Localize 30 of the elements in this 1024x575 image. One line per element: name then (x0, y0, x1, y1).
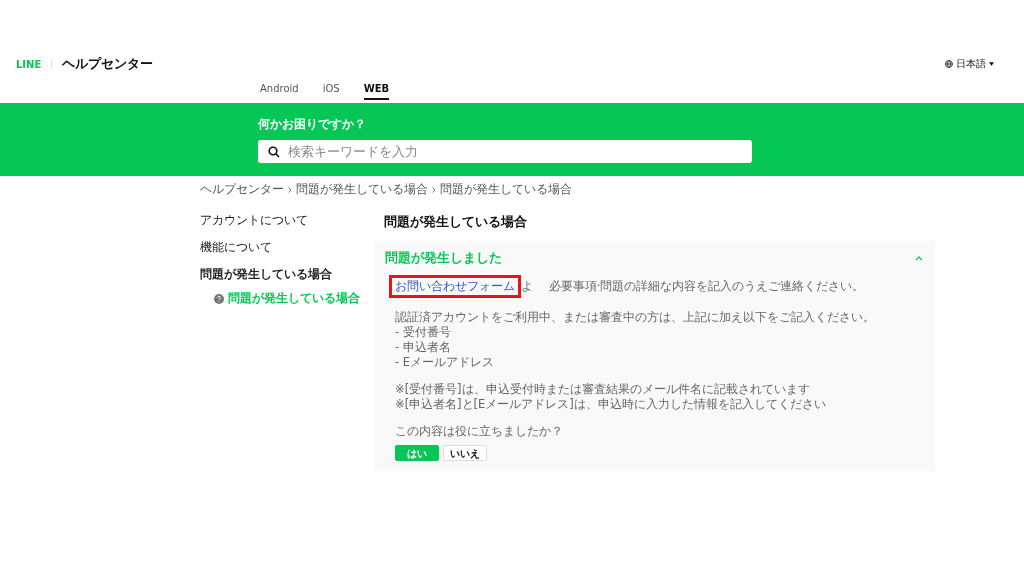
answer-text: - Eメールアドレス (395, 355, 495, 369)
breadcrumb-link[interactable]: ヘルプセンター (200, 182, 284, 197)
search-field[interactable]: 検索キーワードを入力 (258, 140, 752, 163)
answer-text: - 受付番号 (395, 325, 451, 339)
feedback-question: この内容は役に立ちましたか？ (395, 424, 564, 439)
platform-tab[interactable]: iOS (322, 79, 340, 100)
article-title: 問題が発生している場合 (384, 213, 528, 231)
question-icon (214, 293, 224, 304)
platform-tab[interactable]: WEB (363, 79, 390, 100)
answer-text: 認証済アカウントをご利用中、または審査中の方は、上記に加え以下をご記入ください。 (395, 310, 875, 324)
answer-text: ※[受付番号]は、申込受付時または審査結果のメール件名に記載されています (395, 382, 810, 396)
chevron-icon (288, 186, 292, 193)
site-title: ヘルプセンター (62, 55, 154, 73)
breadcrumb-link[interactable]: 問題が発生している場合 (296, 182, 428, 197)
caret-icon (989, 62, 994, 66)
chevron-icon (432, 186, 436, 193)
answer-text: - 申込者名 (395, 340, 451, 354)
language-selector[interactable]: 日本語 (945, 57, 994, 71)
banner-heading: 何かお困りですか？ (258, 116, 367, 133)
feedback-button[interactable]: いいえ (443, 445, 487, 461)
breadcrumb-link[interactable]: 問題が発生している場合 (440, 182, 572, 197)
platform-tab[interactable]: Android (260, 79, 299, 100)
search-icon (268, 146, 280, 158)
chevron-icon (915, 256, 923, 261)
globe-icon (945, 60, 953, 68)
answer-text: ※[申込者名]と[Eメールアドレス]は、申込時に入力した情報を記入してください (395, 397, 826, 411)
contact-form-link[interactable]: お問い合わせフォーム (389, 275, 521, 298)
sidebar-item[interactable]: 機能について (200, 240, 375, 255)
sidebar-item[interactable]: アカウントについて (200, 213, 375, 228)
sidebar-item[interactable]: 問題が発生している場合 (200, 267, 375, 282)
